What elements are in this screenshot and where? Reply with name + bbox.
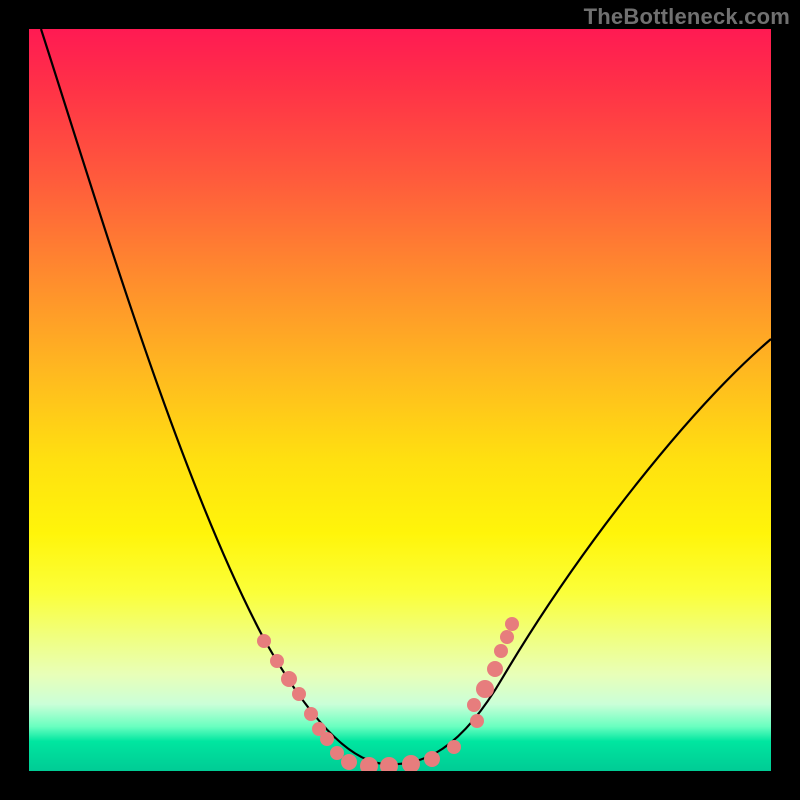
- data-point-marker: [292, 687, 306, 701]
- data-point-marker: [494, 644, 508, 658]
- data-point-marker: [270, 654, 284, 668]
- data-point-marker: [330, 746, 344, 760]
- watermark-text: TheBottleneck.com: [584, 4, 790, 30]
- data-point-marker: [500, 630, 514, 644]
- data-point-marker: [402, 755, 420, 771]
- data-point-marker: [470, 714, 484, 728]
- data-point-marker: [424, 751, 440, 767]
- data-markers: [257, 617, 519, 771]
- chart-frame: TheBottleneck.com: [0, 0, 800, 800]
- data-point-marker: [360, 757, 378, 771]
- chart-svg: [29, 29, 771, 771]
- bottleneck-curve: [41, 29, 771, 764]
- data-point-marker: [281, 671, 297, 687]
- data-point-marker: [304, 707, 318, 721]
- data-point-marker: [476, 680, 494, 698]
- data-point-marker: [380, 757, 398, 771]
- data-point-marker: [341, 754, 357, 770]
- data-point-marker: [487, 661, 503, 677]
- data-point-marker: [505, 617, 519, 631]
- data-point-marker: [257, 634, 271, 648]
- data-point-marker: [467, 698, 481, 712]
- plot-area: [29, 29, 771, 771]
- data-point-marker: [447, 740, 461, 754]
- data-point-marker: [320, 732, 334, 746]
